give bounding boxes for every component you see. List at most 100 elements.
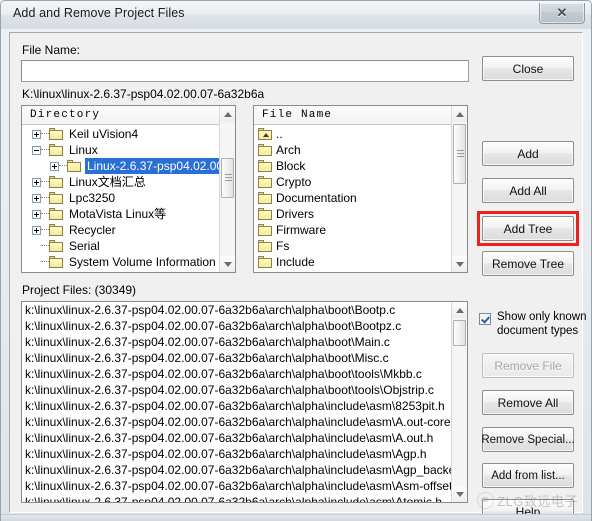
- file-list-item-label: Block: [276, 158, 305, 174]
- directory-tree-item[interactable]: Linux: [22, 142, 235, 158]
- scroll-down-icon[interactable]: [452, 486, 467, 502]
- window-close-button[interactable]: ✕: [539, 3, 585, 24]
- directory-scrollbar[interactable]: [219, 106, 235, 272]
- file-list-item[interactable]: ..: [254, 126, 467, 142]
- window-bottom-edge: [1, 514, 591, 521]
- expand-icon[interactable]: [50, 162, 59, 171]
- scroll-down-icon[interactable]: [220, 256, 235, 272]
- grip-icon: [457, 150, 464, 159]
- collapse-icon[interactable]: [32, 146, 41, 155]
- add-remove-project-files-dialog: Add and Remove Project Files ✕ File Name…: [0, 0, 592, 521]
- scroll-down-icon[interactable]: [452, 256, 467, 272]
- add-from-list-button[interactable]: Add from list...: [482, 463, 574, 488]
- expand-icon[interactable]: [32, 226, 41, 235]
- directory-tree-item[interactable]: Serial: [22, 238, 235, 254]
- directory-tree-item-label: Linux: [67, 142, 100, 158]
- remove-all-button[interactable]: Remove All: [482, 390, 574, 415]
- project-file-row[interactable]: k:\linux\linux-2.6.37-psp04.02.00.07-6a3…: [22, 414, 467, 430]
- scroll-up-icon[interactable]: [452, 106, 467, 122]
- directory-tree-item[interactable]: Recycler: [22, 222, 235, 238]
- project-file-row[interactable]: k:\linux\linux-2.6.37-psp04.02.00.07-6a3…: [22, 462, 467, 478]
- show-known-types-checkbox[interactable]: [479, 313, 491, 325]
- add-button[interactable]: Add: [482, 141, 574, 166]
- file-list-item[interactable]: Include: [254, 254, 467, 270]
- project-file-row[interactable]: k:\linux\linux-2.6.37-psp04.02.00.07-6a3…: [22, 302, 467, 318]
- file-name-input[interactable]: [21, 60, 469, 82]
- directory-tree[interactable]: Keil uVision4LinuxLinux-2.6.37-psp04.02.…: [22, 126, 235, 272]
- file-list-item[interactable]: Init: [254, 270, 467, 272]
- folder-icon: [49, 208, 64, 220]
- expand-icon[interactable]: [32, 178, 41, 187]
- expand-icon[interactable]: [32, 130, 41, 139]
- project-files-scrollbar[interactable]: [451, 302, 467, 502]
- expand-icon[interactable]: [32, 210, 41, 219]
- show-known-types-label-line1: Show only known: [497, 311, 587, 323]
- title-bar: Add and Remove Project Files ✕: [1, 1, 591, 29]
- project-file-row[interactable]: k:\linux\linux-2.6.37-psp04.02.00.07-6a3…: [22, 334, 467, 350]
- directory-tree-item-label: Keil uVision4: [67, 126, 140, 142]
- project-file-row[interactable]: k:\linux\linux-2.6.37-psp04.02.00.07-6a3…: [22, 494, 467, 502]
- remove-special-button[interactable]: Remove Special...: [482, 427, 574, 452]
- directory-tree-item[interactable]: Tmp: [22, 270, 235, 272]
- file-list-item[interactable]: Fs: [254, 238, 467, 254]
- project-file-row[interactable]: k:\linux\linux-2.6.37-psp04.02.00.07-6a3…: [22, 366, 467, 382]
- tree-connector: [41, 149, 49, 151]
- tree-connector: [41, 181, 49, 183]
- project-file-row[interactable]: k:\linux\linux-2.6.37-psp04.02.00.07-6a3…: [22, 350, 467, 366]
- scroll-up-icon[interactable]: [452, 302, 467, 318]
- tree-connector: [41, 133, 49, 135]
- scroll-thumb[interactable]: [453, 320, 466, 346]
- file-list-item[interactable]: Crypto: [254, 174, 467, 190]
- project-file-row[interactable]: k:\linux\linux-2.6.37-psp04.02.00.07-6a3…: [22, 382, 467, 398]
- scroll-up-icon[interactable]: [220, 106, 235, 122]
- file-list-scrollbar[interactable]: [451, 106, 467, 272]
- file-name-label: File Name:: [22, 43, 80, 57]
- add-all-button[interactable]: Add All: [482, 178, 574, 203]
- file-list-item[interactable]: Drivers: [254, 206, 467, 222]
- close-button[interactable]: Close: [482, 56, 574, 81]
- project-file-row[interactable]: k:\linux\linux-2.6.37-psp04.02.00.07-6a3…: [22, 398, 467, 414]
- project-file-row[interactable]: k:\linux\linux-2.6.37-psp04.02.00.07-6a3…: [22, 478, 467, 494]
- directory-tree-item-label: System Volume Information: [67, 254, 218, 270]
- tree-connector: [41, 261, 49, 263]
- directory-panel: Directory Keil uVision4LinuxLinux-2.6.37…: [21, 105, 236, 273]
- scroll-thumb[interactable]: [453, 124, 466, 184]
- add-tree-button[interactable]: Add Tree: [482, 216, 574, 241]
- directory-tree-item[interactable]: Linux-2.6.37-psp04.02.00.0: [22, 158, 235, 174]
- folder-icon: [258, 224, 273, 236]
- directory-tree-item[interactable]: MotaVista Linux等: [22, 206, 235, 222]
- tree-connector: [41, 245, 49, 247]
- file-list-item[interactable]: Block: [254, 158, 467, 174]
- directory-tree-item[interactable]: Linux文档汇总: [22, 174, 235, 190]
- folder-up-icon: [258, 128, 273, 140]
- file-list-item[interactable]: Documentation: [254, 190, 467, 206]
- file-name-panel-header: File Name: [254, 106, 467, 125]
- folder-icon: [49, 224, 64, 236]
- folder-icon: [49, 128, 64, 140]
- file-list-item-label: ..: [276, 126, 283, 142]
- directory-tree-item[interactable]: System Volume Information: [22, 254, 235, 270]
- directory-tree-item[interactable]: Keil uVision4: [22, 126, 235, 142]
- file-name-list[interactable]: ..ArchBlockCryptoDocumentationDriversFir…: [254, 126, 467, 272]
- tree-connector: [41, 229, 49, 231]
- directory-tree-item-label: Serial: [67, 238, 102, 254]
- folder-icon: [258, 240, 273, 252]
- file-list-item-label: Init: [276, 270, 292, 272]
- project-files-list[interactable]: k:\linux\linux-2.6.37-psp04.02.00.07-6a3…: [22, 302, 467, 502]
- window-title: Add and Remove Project Files: [13, 6, 185, 20]
- remove-tree-button[interactable]: Remove Tree: [482, 251, 574, 276]
- project-file-row[interactable]: k:\linux\linux-2.6.37-psp04.02.00.07-6a3…: [22, 430, 467, 446]
- file-list-item[interactable]: Arch: [254, 142, 467, 158]
- folder-icon: [258, 176, 273, 188]
- scroll-thumb[interactable]: [221, 158, 234, 198]
- folder-icon: [49, 192, 64, 204]
- directory-tree-item[interactable]: Lpc3250: [22, 190, 235, 206]
- show-known-types-label-line2: document types: [497, 325, 578, 337]
- folder-icon: [258, 160, 273, 172]
- project-file-row[interactable]: k:\linux\linux-2.6.37-psp04.02.00.07-6a3…: [22, 446, 467, 462]
- file-list-item[interactable]: Firmware: [254, 222, 467, 238]
- project-file-row[interactable]: k:\linux\linux-2.6.37-psp04.02.00.07-6a3…: [22, 318, 467, 334]
- expand-icon[interactable]: [32, 194, 41, 203]
- file-list-item-label: Drivers: [276, 206, 314, 222]
- folder-icon: [258, 256, 273, 268]
